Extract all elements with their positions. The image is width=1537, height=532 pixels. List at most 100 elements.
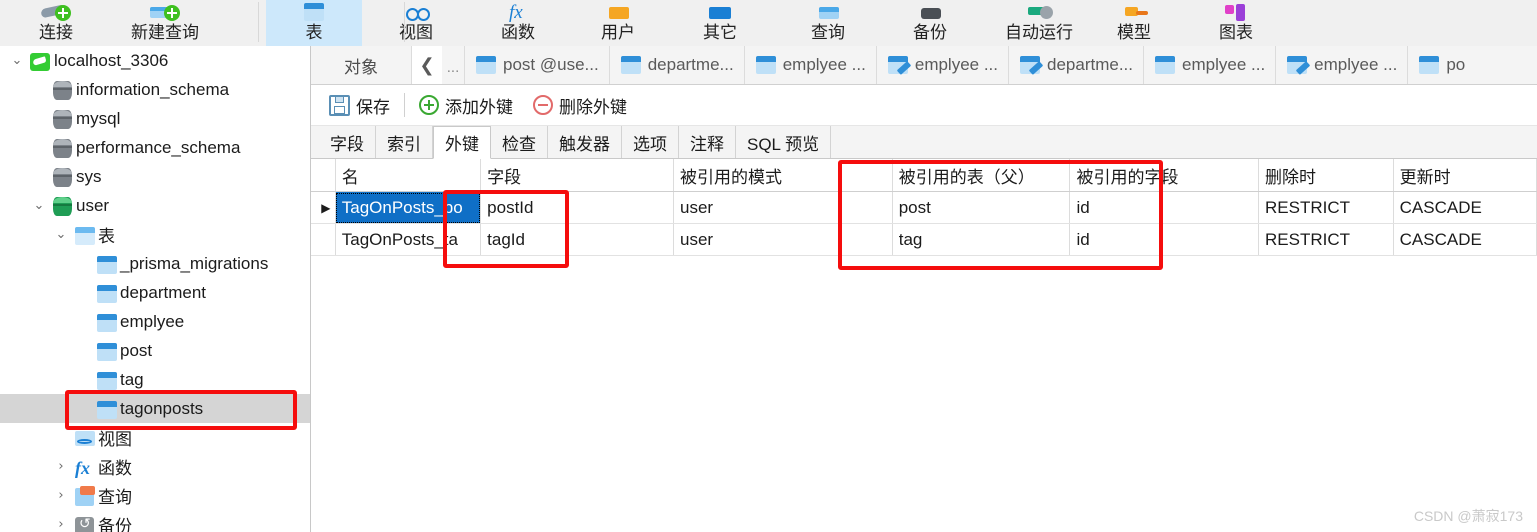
object-tab[interactable]: emplyee ... bbox=[875, 46, 1008, 84]
tree-item-information_schema[interactable]: information_schema bbox=[0, 75, 310, 104]
tree-item-tagonposts[interactable]: tagonposts bbox=[0, 394, 310, 423]
tree-item-performance_schema[interactable]: performance_schema bbox=[0, 133, 310, 162]
chevron-left-icon[interactable]: ❮ bbox=[412, 46, 442, 84]
tree-expand-arrow[interactable]: ⌄ bbox=[6, 53, 28, 68]
delete-foreign-key-button[interactable]: 删除外键 bbox=[523, 90, 637, 120]
grid-cell-name[interactable]: TagOnPosts_po bbox=[335, 191, 482, 224]
object-tab[interactable]: post @use... bbox=[464, 46, 609, 84]
grid-cell-field[interactable]: tagId bbox=[480, 223, 675, 256]
ribbon-button-user[interactable]: 用户 bbox=[570, 0, 666, 46]
ribbon-button-view[interactable]: 视图 bbox=[368, 0, 464, 46]
tree-expand-arrow[interactable]: ⌄ bbox=[50, 227, 72, 242]
ribbon-button-function[interactable]: fx 函数 bbox=[470, 0, 566, 46]
connection-tree-sidebar[interactable]: ⌄ localhost_3306 information_schema mysql pe… bbox=[0, 46, 311, 532]
tree-expand-arrow[interactable]: › bbox=[50, 488, 72, 503]
tree-item-emplyee[interactable]: emplyee bbox=[0, 307, 310, 336]
tree-item-[interactable]: › 备份 bbox=[0, 510, 310, 532]
designer-tab-检查[interactable]: 检查 bbox=[491, 126, 548, 158]
designer-tab-索引[interactable]: 索引 bbox=[376, 126, 433, 158]
table-designer-tabs[interactable]: 字段 索引 外键 检查 触发器 选项 注释 SQL 预览 bbox=[311, 126, 1537, 159]
tree-expand-arrow[interactable]: › bbox=[50, 459, 72, 474]
tree-item-tag[interactable]: tag bbox=[0, 365, 310, 394]
grid-column-header-name[interactable]: 名 bbox=[335, 159, 482, 192]
database-icon bbox=[50, 107, 76, 131]
grid-cell-on_update[interactable]: CASCADE bbox=[1393, 223, 1537, 256]
designer-tab-外键[interactable]: 外键 bbox=[433, 126, 491, 159]
tree-item-department[interactable]: department bbox=[0, 278, 310, 307]
tree-expand-arrow[interactable]: ⌄ bbox=[28, 198, 50, 213]
designer-tab-SQL-预览[interactable]: SQL 预览 bbox=[736, 126, 832, 158]
grid-column-header-on_update[interactable]: 更新时 bbox=[1393, 159, 1537, 192]
database-icon bbox=[50, 136, 76, 160]
grid-body[interactable]: ▶ TagOnPosts_po postId user post id RESTRICT CA… bbox=[311, 191, 1537, 256]
ribbon-button-label: 自动运行 bbox=[1005, 23, 1073, 42]
tree-item-_prisma_migrations[interactable]: _prisma_migrations bbox=[0, 249, 310, 278]
grid-column-header-on_delete[interactable]: 删除时 bbox=[1258, 159, 1394, 192]
ribbon-button-connection[interactable]: 连接 bbox=[8, 0, 104, 46]
tree-item-user[interactable]: ⌄ user bbox=[0, 191, 310, 220]
table-icon bbox=[94, 281, 120, 305]
tree-expand-arrow[interactable]: › bbox=[50, 517, 72, 532]
grid-cell-name[interactable]: TagOnPosts_ta bbox=[335, 223, 482, 256]
ribbon-button-new-query[interactable]: 新建查询 bbox=[110, 0, 220, 46]
ribbon-button-label: 连接 bbox=[39, 23, 73, 42]
tree-item-[interactable]: ⌄ 表 bbox=[0, 220, 310, 249]
grid-cell-on_delete[interactable]: RESTRICT bbox=[1258, 191, 1394, 224]
ribbon-button-label: 函数 bbox=[501, 23, 535, 42]
grid-column-header-ref_schema[interactable]: 被引用的模式 bbox=[673, 159, 893, 192]
table-icon bbox=[297, 0, 331, 21]
designer-tab-触发器[interactable]: 触发器 bbox=[548, 126, 622, 158]
tree-item-[interactable]: 视图 bbox=[0, 423, 310, 452]
tree-item-[interactable]: › fx 函数 bbox=[0, 452, 310, 481]
object-tab[interactable]: emplyee ... bbox=[1143, 46, 1275, 84]
table-row[interactable]: ▶ TagOnPosts_po postId user post id RESTRICT CA… bbox=[311, 191, 1537, 224]
object-tab[interactable]: po bbox=[1407, 46, 1475, 84]
grid-column-header-ref_field[interactable]: 被引用的字段 bbox=[1069, 159, 1259, 192]
ribbon-button-model[interactable]: 模型 bbox=[1086, 0, 1182, 46]
object-tab-label: po bbox=[1446, 55, 1466, 74]
grid-row-marker[interactable] bbox=[311, 223, 336, 256]
ribbon-button-table[interactable]: 表 bbox=[266, 0, 362, 46]
tree-item-sys[interactable]: sys bbox=[0, 162, 310, 191]
grid-row-marker[interactable]: ▶ bbox=[311, 191, 336, 224]
designer-tab-字段[interactable]: 字段 bbox=[319, 126, 376, 158]
object-tab-bar[interactable]: 对象 ❮ ... post @use... departme... emplyee … bbox=[311, 46, 1537, 85]
tree-item-post[interactable]: post bbox=[0, 336, 310, 365]
object-tab[interactable]: departme... bbox=[608, 46, 744, 84]
tree-item-mysql[interactable]: mysql bbox=[0, 104, 310, 133]
grid-cell-on_delete[interactable]: RESTRICT bbox=[1258, 223, 1394, 256]
ribbon-button-backup[interactable]: 备份 bbox=[882, 0, 978, 46]
grid-cell-ref_schema[interactable]: user bbox=[673, 191, 893, 224]
designer-tab-选项[interactable]: 选项 bbox=[622, 126, 679, 158]
object-tab[interactable]: emplyee ... bbox=[743, 46, 876, 84]
foreign-key-grid[interactable]: 名字段 被引用的模式 被引用的表（父） 被引用的字段 删除时 更新时 ▶ TagOnPost… bbox=[311, 159, 1537, 256]
grid-column-header-ref_table[interactable]: 被引用的表（父） bbox=[892, 159, 1071, 192]
ribbon-button-other[interactable]: 其它▼ bbox=[672, 0, 768, 46]
grid-cell-ref_table[interactable]: post bbox=[892, 191, 1071, 224]
grid-cell-ref_table[interactable]: tag bbox=[892, 223, 1071, 256]
table-design-icon bbox=[1286, 55, 1308, 75]
foreign-key-grid-container[interactable]: 名字段 被引用的模式 被引用的表（父） 被引用的字段 删除时 更新时 ▶ TagOnPost… bbox=[311, 159, 1537, 532]
table-icon bbox=[475, 55, 497, 75]
grid-column-header-field[interactable]: 字段 bbox=[480, 159, 675, 192]
grid-cell-ref_field[interactable]: id bbox=[1069, 223, 1259, 256]
object-tab[interactable]: departme... bbox=[1008, 46, 1143, 84]
function-icon: fx bbox=[509, 2, 523, 23]
tab-overflow-ellipsis[interactable]: ... bbox=[442, 46, 464, 84]
grid-cell-ref_schema[interactable]: user bbox=[673, 223, 893, 256]
designer-tab-注释[interactable]: 注释 bbox=[679, 126, 736, 158]
table-row[interactable]: TagOnPosts_ta tagId user tag id RESTRICT CASCA… bbox=[311, 223, 1537, 256]
object-tab[interactable]: emplyee ... bbox=[1275, 46, 1407, 84]
grid-cell-on_update[interactable]: CASCADE bbox=[1393, 191, 1537, 224]
grid-cell-ref_field[interactable]: id bbox=[1069, 191, 1259, 224]
grid-row-marker-header bbox=[311, 159, 336, 192]
ribbon-button-automation[interactable]: 自动运行 bbox=[984, 0, 1094, 46]
tree-item-label: department bbox=[120, 282, 206, 302]
ribbon-button-chart[interactable]: 图表 bbox=[1188, 0, 1284, 46]
tree-item-localhost_3306[interactable]: ⌄ localhost_3306 bbox=[0, 46, 310, 75]
ribbon-button-query[interactable]: 查询 bbox=[780, 0, 876, 46]
tree-item-[interactable]: › 查询 bbox=[0, 481, 310, 510]
add-foreign-key-button[interactable]: 添加外键 bbox=[409, 90, 523, 120]
grid-cell-field[interactable]: postId bbox=[480, 191, 675, 224]
save-button[interactable]: 保存 bbox=[319, 90, 400, 120]
